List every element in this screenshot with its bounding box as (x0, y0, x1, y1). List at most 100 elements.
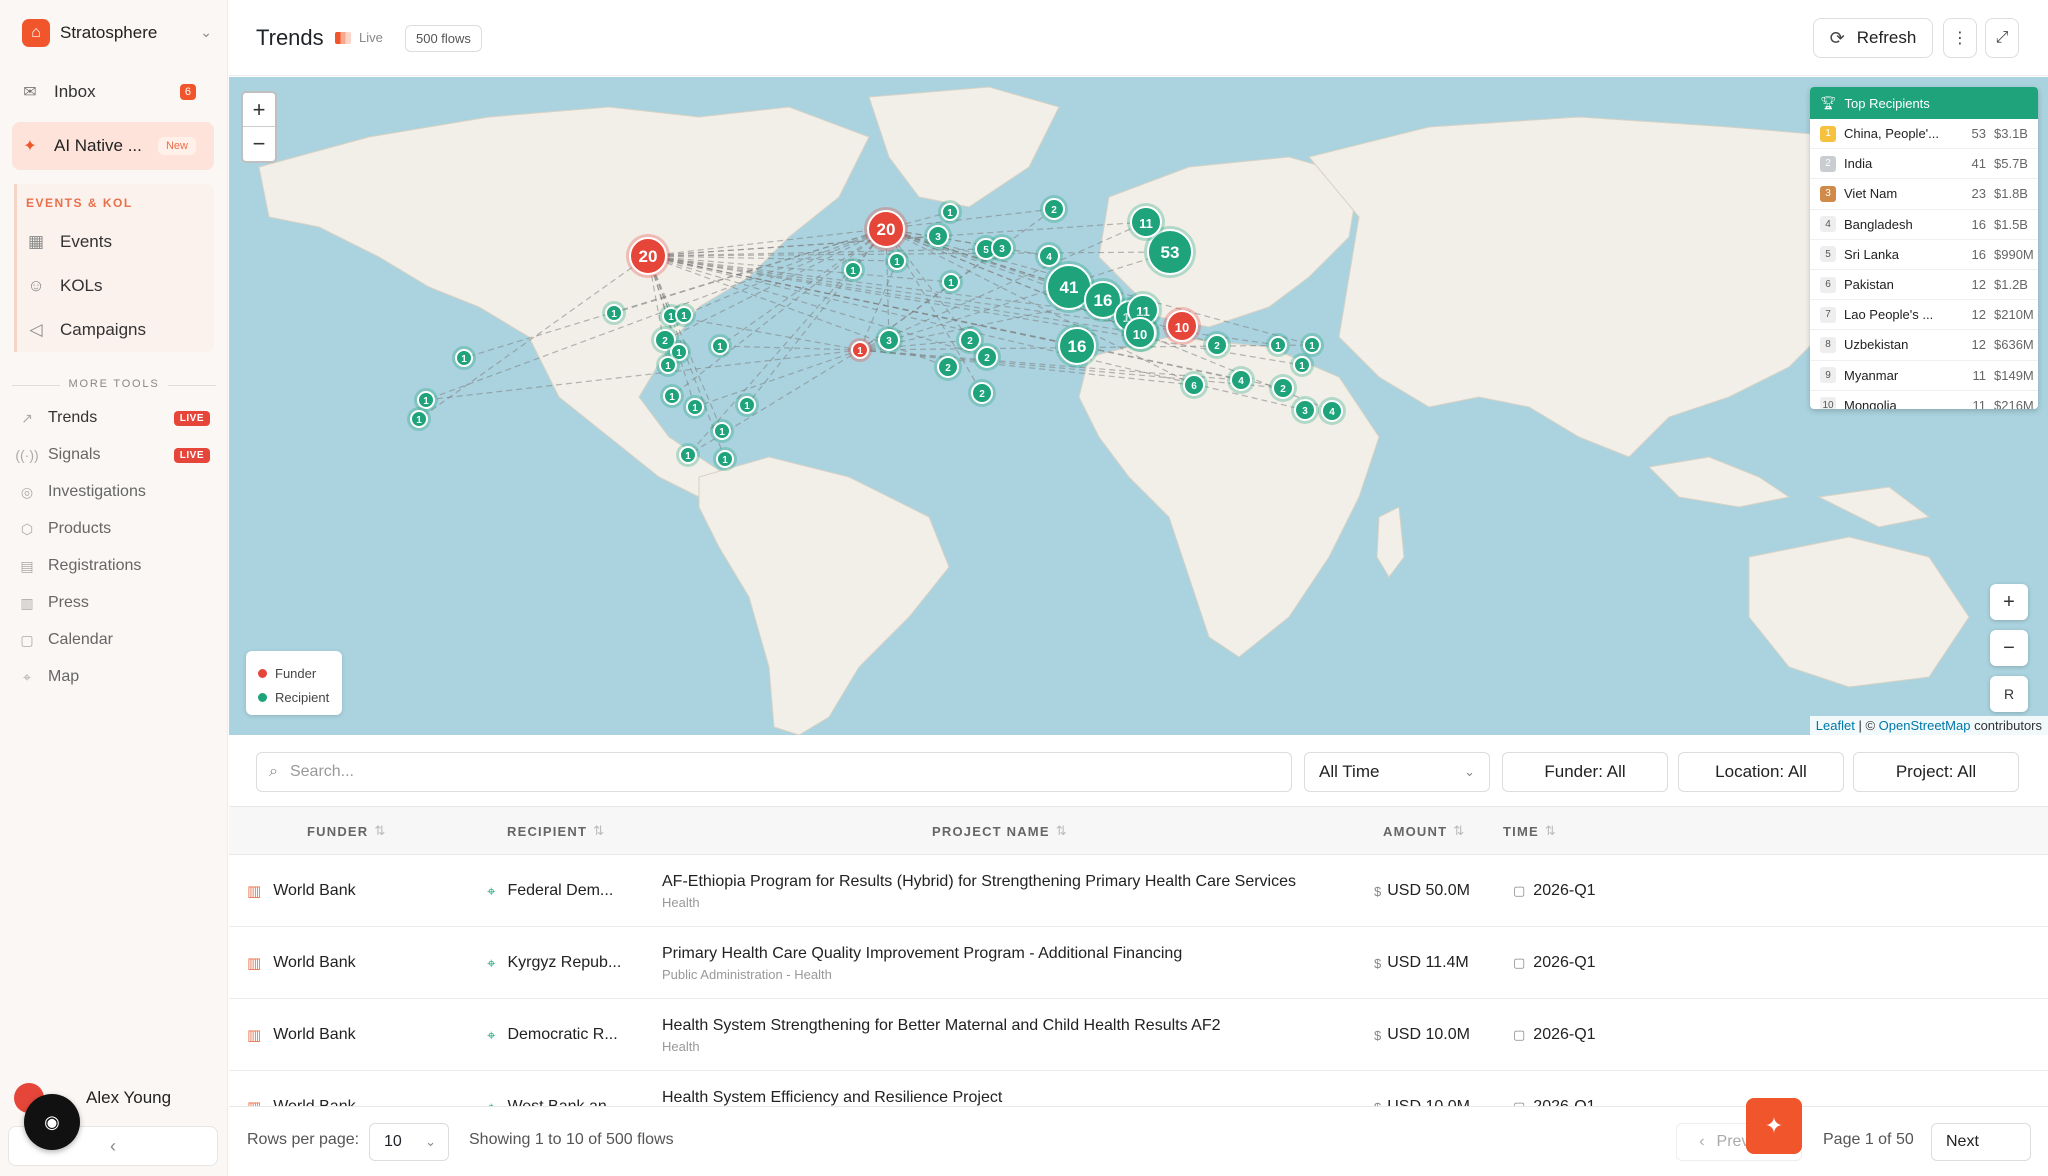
top-recipient-row[interactable]: 1 China, People'... 53 $3.1B (1810, 119, 2038, 150)
column-header-time[interactable]: TIME ⇅ (1503, 807, 1557, 855)
top-recipient-row[interactable]: 2 India 41 $5.7B (1810, 149, 2038, 180)
column-header-amount[interactable]: AMOUNT ⇅ (1383, 807, 1465, 855)
column-header-project-name[interactable]: PROJECT NAME ⇅ (932, 807, 1068, 855)
recipient-cluster[interactable]: 2 (1203, 331, 1231, 359)
top-recipient-row[interactable]: 9 Myanmar 11 $149M (1810, 361, 2038, 391)
funder-cluster[interactable]: 1 (848, 338, 872, 362)
recipient-cluster[interactable]: 1 (683, 395, 707, 419)
recipient-cluster[interactable]: 16 (1055, 324, 1099, 368)
recipient-cluster[interactable]: 1 (660, 384, 684, 408)
recipient-cluster[interactable]: 1 (452, 346, 476, 370)
recipient-cluster[interactable]: 3 (1291, 396, 1319, 424)
recipient-cluster[interactable]: 1 (602, 301, 626, 325)
zoom-out-button[interactable]: − (243, 127, 275, 161)
sidebar-item-kols[interactable]: ☺ KOLs (24, 266, 214, 306)
refresh-button[interactable]: ⟳ Refresh (1813, 18, 1933, 58)
top-recipient-row[interactable]: 10 Mongolia 11 $216M (1810, 391, 2038, 409)
time-value: 2026-Q1 (1533, 1098, 1595, 1106)
top-recipient-row[interactable]: 8 Uzbekistan 12 $636M (1810, 330, 2038, 361)
flow-map[interactable]: 5341161613121111106544433332222222211111… (229, 77, 2048, 735)
next-page-button[interactable]: Next (1931, 1123, 2031, 1161)
recipient-cluster[interactable]: 1 (656, 353, 680, 377)
world-map[interactable]: 5341161613121111106544433332222222211111… (229, 77, 2048, 735)
recipient-cluster[interactable]: 1 (1266, 333, 1290, 357)
screen-record-button[interactable]: ◉ (24, 1094, 80, 1150)
top-recipient-row[interactable]: 4 Bangladesh 16 $1.5B (1810, 210, 2038, 240)
table-row[interactable]: ▥ World Bank ⌖ Democratic R... Health System… (229, 999, 2048, 1071)
project-filter-button[interactable]: Project: All (1853, 752, 2019, 792)
recipient-cluster[interactable]: 1 (885, 249, 909, 273)
sidebar-item-signals[interactable]: ((·)) Signals LIVE (12, 437, 214, 473)
sidebar-item-map[interactable]: ⌖ Map (12, 659, 214, 695)
map-reset-button[interactable]: R (1990, 676, 2028, 712)
recipient-cluster[interactable]: 11 (1127, 203, 1165, 241)
more-options-button[interactable]: ⋮ (1943, 18, 1977, 58)
sidebar-item-campaigns[interactable]: ◁ Campaigns (24, 310, 214, 350)
recipient-cluster[interactable]: 2 (973, 343, 1001, 371)
zoom-in-button[interactable]: + (243, 93, 275, 127)
sidebar-item-investigations[interactable]: ◎ Investigations (12, 474, 214, 510)
recipient-cluster[interactable]: 3 (924, 222, 952, 250)
top-recipient-row[interactable]: 6 Pakistan 12 $1.2B (1810, 270, 2038, 301)
recipient-cluster[interactable]: 1 (1290, 353, 1314, 377)
recipient-cluster[interactable]: 1 (710, 419, 734, 443)
top-recipient-row[interactable]: 3 Viet Nam 23 $1.8B (1810, 179, 2038, 210)
top-recipient-row[interactable]: 5 Sri Lanka 16 $990M (1810, 240, 2038, 270)
recipient-cluster[interactable]: 4 (1227, 366, 1255, 394)
sidebar-item-registrations[interactable]: ▤ Registrations (12, 548, 214, 584)
ai-assistant-button[interactable]: ✦ (1746, 1098, 1802, 1154)
leaflet-link[interactable]: Leaflet (1816, 718, 1855, 733)
project-name[interactable]: Primary Health Care Quality Improvement … (662, 945, 1182, 963)
sidebar-item-ai-native[interactable]: ✦ AI Native ... New (12, 122, 214, 170)
funder-cluster[interactable]: 20 (626, 234, 670, 278)
column-header-funder[interactable]: FUNDER ⇅ (307, 807, 386, 855)
recipient-cluster[interactable]: 1 (939, 270, 963, 294)
recipient-cluster[interactable]: 2 (968, 379, 996, 407)
recipient-name: Democratic R... (507, 1026, 618, 1043)
recipient-cluster[interactable]: 3 (875, 326, 903, 354)
sidebar-item-events[interactable]: ▦ Events (24, 222, 214, 262)
table-row[interactable]: ▥ World Bank ⌖ Federal Dem... AF-Ethiopia Pr… (229, 855, 2048, 927)
recipient-cluster[interactable]: 4 (1035, 242, 1063, 270)
recipient-cluster[interactable]: 2 (934, 353, 962, 381)
map-zoom-out-button[interactable]: − (1990, 630, 2028, 666)
recipient-cluster[interactable]: 2 (1269, 374, 1297, 402)
sidebar-item-products[interactable]: ⬡ Products (12, 511, 214, 547)
sidebar-item-calendar[interactable]: ▢ Calendar (12, 622, 214, 658)
recipient-cluster[interactable]: 1 (713, 447, 737, 471)
rows-per-page-select[interactable]: 10 ⌄ (369, 1123, 449, 1161)
recipient-cluster[interactable]: 10 (1121, 314, 1159, 352)
search-input[interactable]: ⌕ Search... (256, 752, 1292, 792)
recipient-cluster[interactable]: 1 (735, 393, 759, 417)
top-recipients-header: 🏆︎ Top Recipients (1810, 87, 2038, 119)
time-filter-select[interactable]: All Time ⌄ (1304, 752, 1490, 792)
funder-cell: ▥ World Bank (247, 855, 356, 927)
project-name[interactable]: Health System Strengthening for Better M… (662, 1017, 1221, 1035)
table-row[interactable]: ▥ World Bank ⌖ Kyrgyz Repub... Primary Healt… (229, 927, 2048, 999)
osm-link[interactable]: OpenStreetMap (1879, 718, 1971, 733)
location-filter-button[interactable]: Location: All (1678, 752, 1844, 792)
recipient-cluster[interactable]: 2 (1040, 195, 1068, 223)
recipient-cluster[interactable]: 1 (672, 303, 696, 327)
recipient-cluster[interactable]: 1 (708, 334, 732, 358)
sidebar-item-trends[interactable]: ↗ Trends LIVE (12, 400, 214, 436)
recipient-cluster[interactable]: 1 (938, 200, 962, 224)
sidebar-item-inbox[interactable]: ✉ Inbox 6 (12, 72, 214, 112)
recipient-cluster[interactable]: 4 (1318, 397, 1346, 425)
workspace-switcher[interactable]: ⌂ Stratosphere ⌄ (22, 18, 212, 48)
recipient-cluster[interactable]: 1 (407, 407, 431, 431)
funder-cluster[interactable]: 20 (864, 207, 908, 251)
recipient-cluster[interactable]: 1 (841, 258, 865, 282)
recipient-cluster[interactable]: 6 (1180, 371, 1208, 399)
project-name[interactable]: AF-Ethiopia Program for Results (Hybrid)… (662, 873, 1296, 891)
recipient-cluster[interactable]: 3 (988, 234, 1016, 262)
recipient-cluster[interactable]: 1 (676, 443, 700, 467)
map-zoom-in-button[interactable]: + (1990, 584, 2028, 620)
funder-filter-button[interactable]: Funder: All (1502, 752, 1668, 792)
project-name[interactable]: Health System Efficiency and Resilience … (662, 1089, 1002, 1107)
top-recipient-row[interactable]: 7 Lao People's ... 12 $210M (1810, 300, 2038, 331)
fullscreen-button[interactable]: ⤢ (1985, 18, 2019, 58)
column-header-recipient[interactable]: RECIPIENT ⇅ (507, 807, 605, 855)
sidebar-item-press[interactable]: ▥ Press (12, 585, 214, 621)
funder-cluster[interactable]: 10 (1163, 307, 1201, 345)
